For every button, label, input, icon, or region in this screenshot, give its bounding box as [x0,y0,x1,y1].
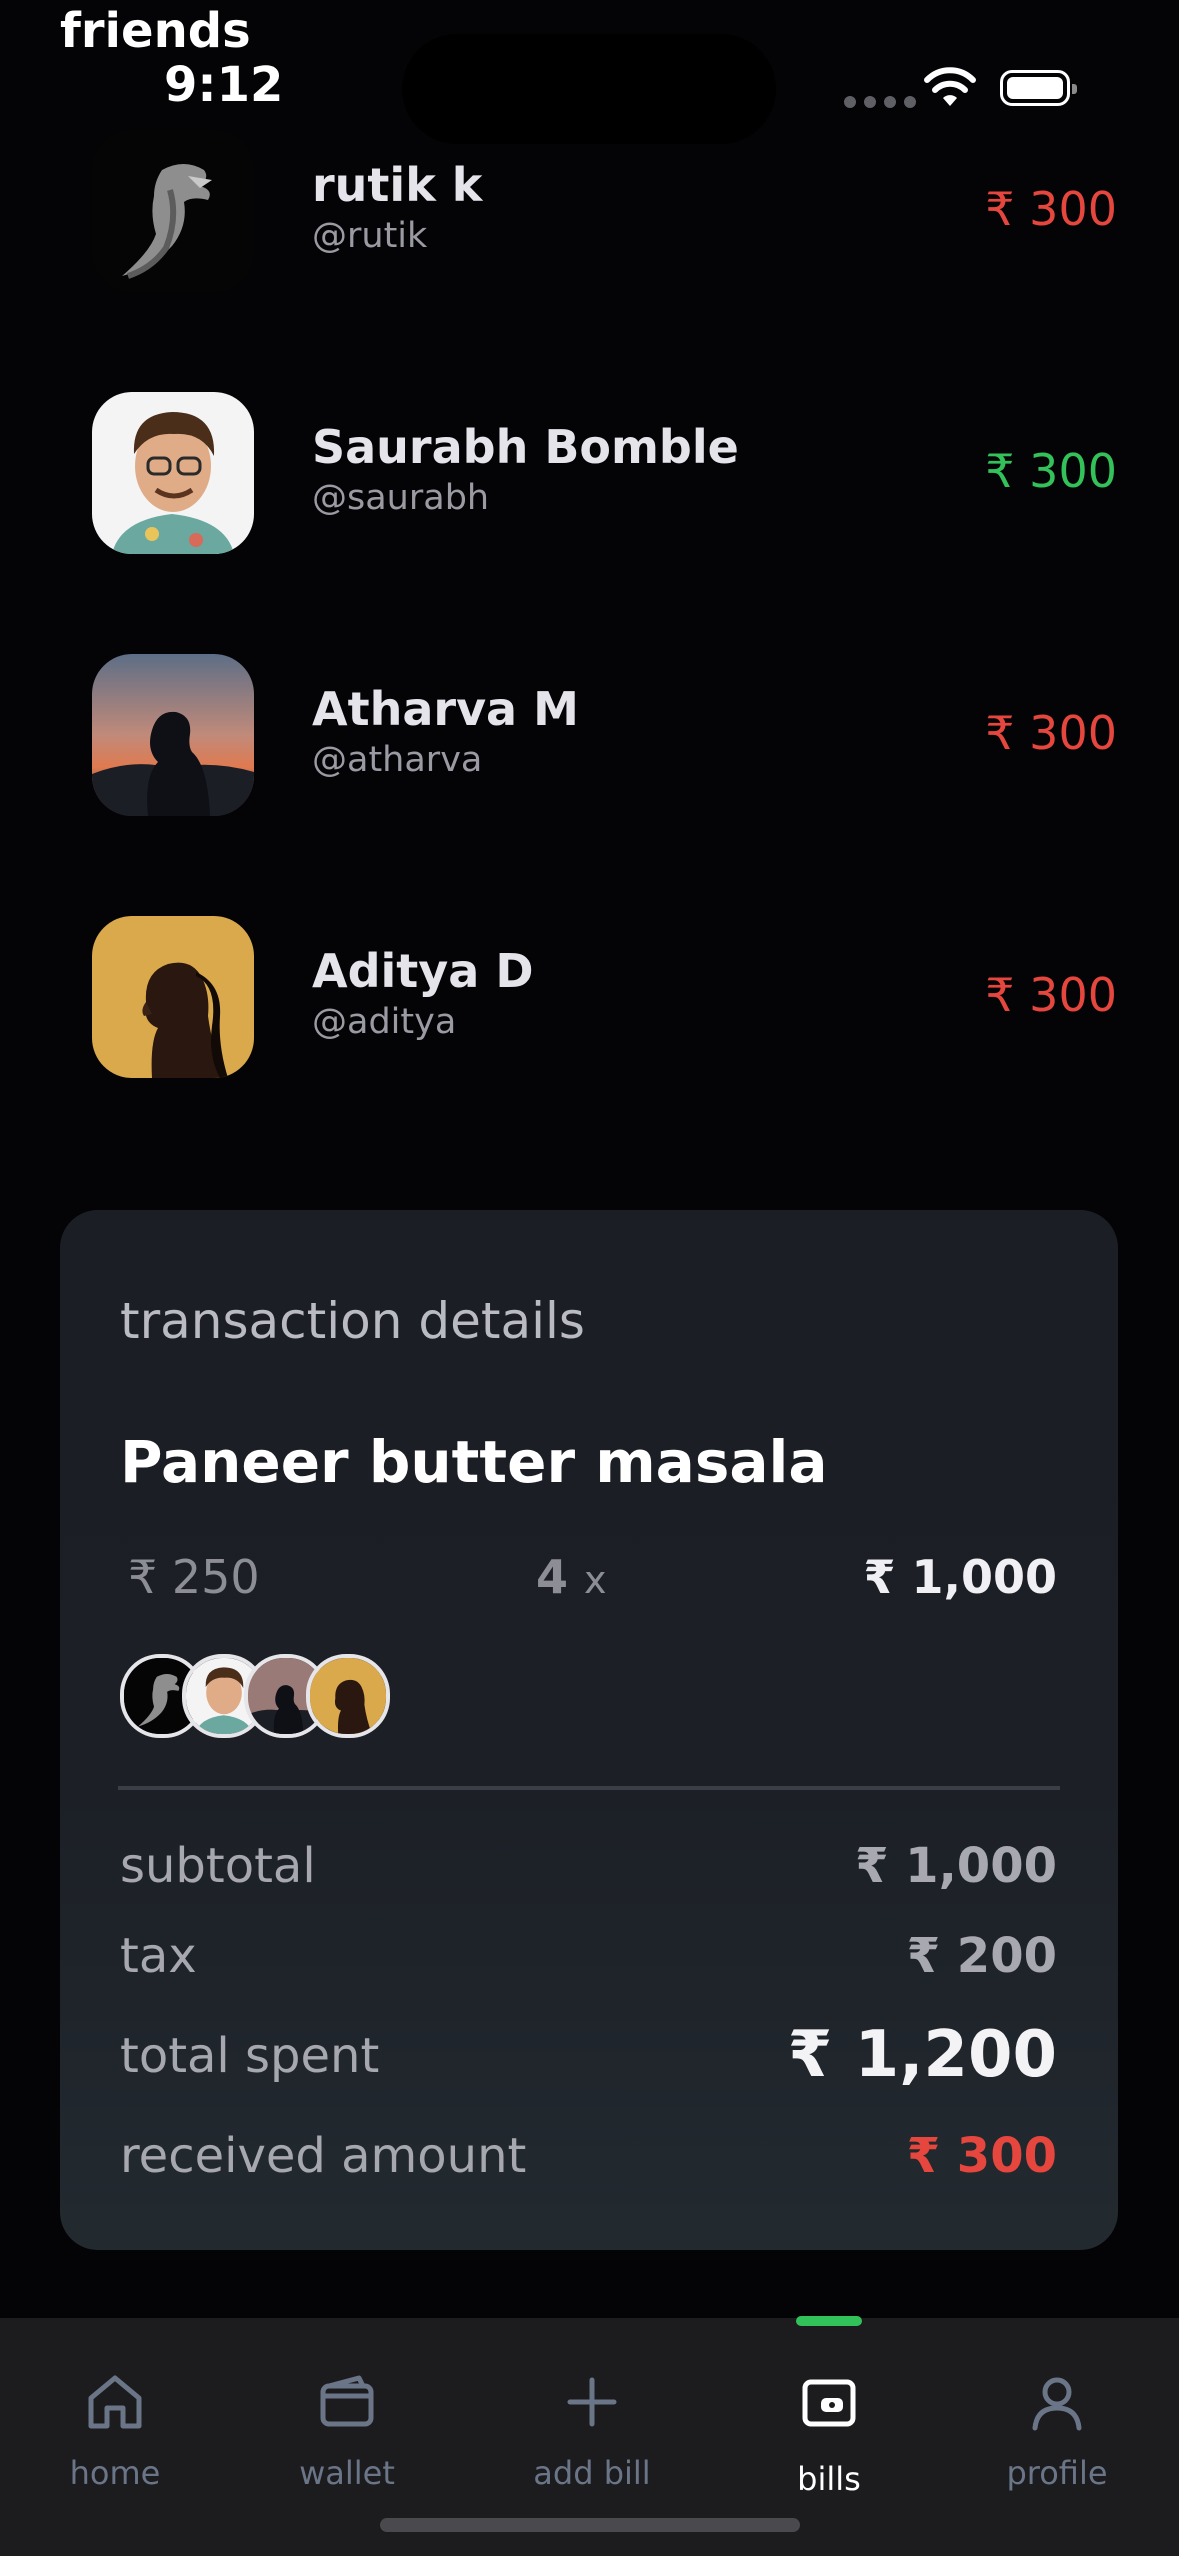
tax-label: tax [120,1928,197,1984]
avatar [92,130,254,292]
tab-add-bill[interactable]: add bill [502,2370,682,2492]
avatar [306,1654,390,1738]
friend-handle: @rutik [312,216,428,256]
battery-icon [1000,70,1077,106]
friend-amount: ₹ 300 [985,706,1117,760]
tab-label: home [69,2454,161,2492]
plus-icon [567,2377,617,2427]
friend-row[interactable]: rutik k @rutik ₹ 300 [0,112,1179,312]
status-time: 9:12 [164,57,284,113]
friend-name: rutik k [312,158,483,212]
received-value: ₹ 300 [906,2128,1057,2184]
friend-handle: @saurabh [312,478,490,518]
line-total: ₹ 1,000 [863,1550,1057,1604]
tab-label: bills [797,2460,861,2498]
tax-value: ₹ 200 [906,1928,1057,1984]
total-label: total spent [120,2028,380,2084]
subtotal-value: ₹ 1,000 [855,1838,1057,1894]
received-label: received amount [120,2128,527,2184]
tab-bills[interactable]: bills [739,2370,919,2498]
bills-icon [802,2379,856,2427]
signal-icon [844,96,916,108]
avatar [92,916,254,1078]
section-title: transaction details [120,1292,585,1350]
wifi-icon [924,67,976,106]
tab-label: profile [1006,2454,1108,2492]
friend-handle: @aditya [312,1002,457,1042]
wallet-icon [320,2375,374,2427]
avatar [92,392,254,554]
friend-name: Saurabh Bomble [312,420,739,474]
app-label: friends [60,3,251,59]
divider [118,1786,1060,1790]
tab-profile[interactable]: profile [967,2370,1147,2492]
friend-amount: ₹ 300 [985,444,1117,498]
home-indicator [380,2518,800,2532]
quantity-suffix: x [584,1558,607,1602]
split-avatars[interactable] [120,1654,410,1738]
home-icon [88,2375,142,2429]
profile-icon [1032,2377,1082,2431]
tab-home[interactable]: home [25,2370,205,2492]
total-value: ₹ 1,200 [787,2018,1057,2092]
subtotal-label: subtotal [120,1838,316,1894]
item-name: Paneer butter masala [120,1428,828,1496]
friend-name: Atharva M [312,682,579,736]
quantity-value: 4 [536,1550,569,1604]
friend-row[interactable]: Atharva M @atharva ₹ 300 [0,636,1179,836]
tab-label: wallet [299,2454,395,2492]
friend-amount: ₹ 300 [985,968,1117,1022]
unit-price: ₹ 250 [128,1550,260,1604]
quantity: 4 x [536,1550,607,1604]
tab-label: add bill [533,2454,651,2492]
active-tab-indicator [796,2316,862,2326]
avatar [92,654,254,816]
friend-amount: ₹ 300 [985,182,1117,236]
friend-row[interactable]: Saurabh Bomble @saurabh ₹ 300 [0,374,1179,574]
tab-wallet[interactable]: wallet [257,2370,437,2492]
friend-handle: @atharva [312,740,483,780]
friend-row[interactable]: Aditya D @aditya ₹ 300 [0,898,1179,1098]
friend-name: Aditya D [312,944,534,998]
